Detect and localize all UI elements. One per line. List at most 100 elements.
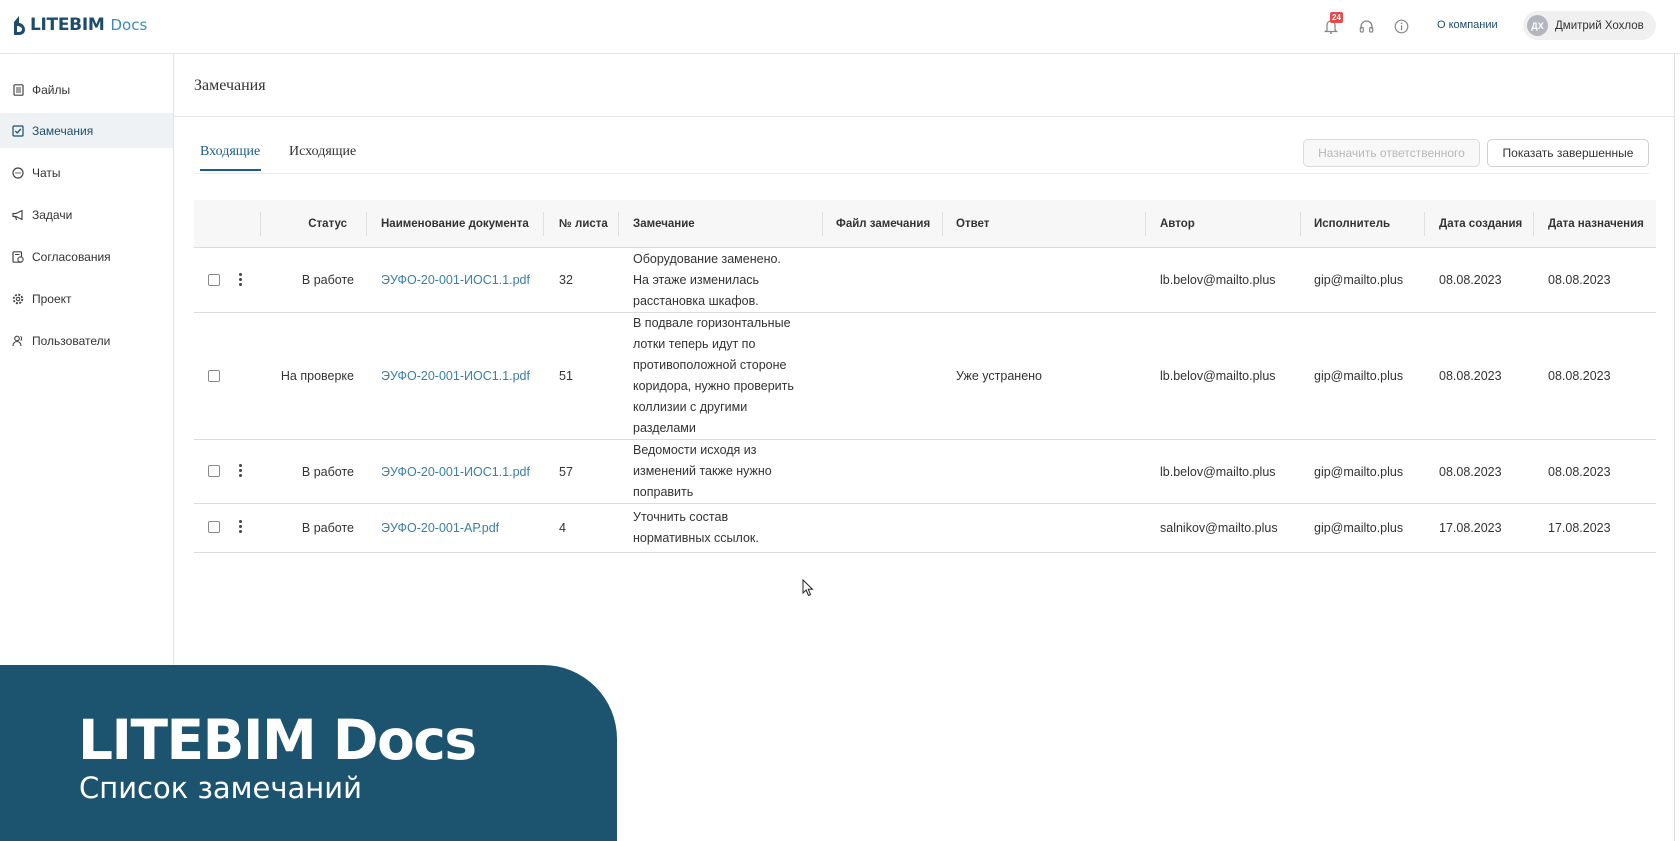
assignee-cell: gip@mailto.plus xyxy=(1314,273,1404,287)
logo-mark-icon xyxy=(14,15,25,35)
show-completed-button[interactable]: Показать завершенные xyxy=(1487,139,1649,167)
sidebar-item-remarks[interactable]: Замечания xyxy=(0,113,173,148)
column-separator xyxy=(1300,212,1301,236)
column-answer[interactable]: Ответ xyxy=(956,200,989,248)
table-header: Статус Наименование документа № листа За… xyxy=(194,200,1656,248)
mouse-cursor-icon xyxy=(802,579,814,597)
column-separator xyxy=(618,212,619,236)
sidebar-item-approvals[interactable]: Согласования xyxy=(0,239,173,274)
table-row[interactable]: В работе ЭУФО-20-001-ИОС1.1.pdf 57 Ведом… xyxy=(194,440,1656,504)
sheet-cell: 32 xyxy=(559,273,573,287)
sidebar-item-project[interactable]: Проект xyxy=(0,281,173,316)
assigned-cell: 17.08.2023 xyxy=(1548,521,1611,535)
users-icon xyxy=(11,334,25,348)
top-bar: LITEBIM Docs 24 О компании ДХ Дмитрий Хо… xyxy=(0,0,1680,54)
gear-icon xyxy=(11,292,25,306)
column-remark-file[interactable]: Файл замечания xyxy=(836,200,930,248)
column-assigned[interactable]: Дата назначения xyxy=(1548,200,1644,248)
column-separator xyxy=(822,212,823,236)
title-divider xyxy=(174,116,1674,117)
column-separator xyxy=(942,212,943,236)
answer-cell: Уже устранено xyxy=(956,369,1043,383)
created-cell: 08.08.2023 xyxy=(1439,464,1502,479)
assignee-cell: gip@mailto.plus xyxy=(1314,369,1404,383)
tab-incoming[interactable]: Входящие xyxy=(200,144,260,160)
column-status[interactable]: Статус xyxy=(260,200,347,248)
status-cell: В работе xyxy=(301,273,354,287)
column-separator xyxy=(366,212,367,236)
logo[interactable]: LITEBIM Docs xyxy=(12,13,147,37)
user-menu[interactable]: ДХ Дмитрий Хохлов xyxy=(1523,11,1656,40)
remark-cell: Уточнить состав нормативных ссылок. xyxy=(633,510,759,545)
column-remark[interactable]: Замечание xyxy=(633,200,695,248)
notification-badge: 24 xyxy=(1330,12,1343,23)
logo-sub: Docs xyxy=(110,16,148,34)
bell-icon[interactable]: 24 xyxy=(1321,12,1343,38)
table-row[interactable]: В работе ЭУФО-20-001-ИОС1.1.pdf 32 Обору… xyxy=(194,248,1656,313)
column-sheet[interactable]: № листа xyxy=(559,200,608,248)
table-row[interactable]: На проверке ЭУФО-20-001-ИОС1.1.pdf 51 В … xyxy=(194,313,1656,440)
document-link[interactable]: ЭУФО-20-001-АР.pdf xyxy=(381,504,499,552)
sheet-cell: 51 xyxy=(559,369,573,383)
right-divider xyxy=(1674,54,1675,841)
document-check-icon xyxy=(11,250,25,264)
sidebar-item-label: Задачи xyxy=(32,207,73,222)
column-separator xyxy=(543,212,544,236)
author-cell: salnikov@mailto.plus xyxy=(1160,521,1278,535)
sheet-cell: 4 xyxy=(559,521,566,535)
user-name: Дмитрий Хохлов xyxy=(1555,19,1644,32)
file-icon xyxy=(11,83,25,97)
author-cell: lb.belov@mailto.plus xyxy=(1160,464,1276,479)
headset-icon[interactable] xyxy=(1356,14,1376,38)
avatar: ДХ xyxy=(1527,15,1548,36)
info-icon[interactable] xyxy=(1391,14,1411,38)
active-tab-indicator xyxy=(200,169,261,171)
tab-outgoing[interactable]: Исходящие xyxy=(289,144,356,160)
sidebar-item-label: Замечания xyxy=(32,123,94,138)
column-separator xyxy=(1533,212,1534,236)
remark-cell: Оборудование заменено. На этаже изменила… xyxy=(633,252,781,308)
author-cell: lb.belov@mailto.plus xyxy=(1160,369,1276,383)
status-cell: В работе xyxy=(301,464,354,479)
column-separator xyxy=(1424,212,1425,236)
created-cell: 08.08.2023 xyxy=(1439,273,1502,287)
assigned-cell: 08.08.2023 xyxy=(1548,464,1611,479)
sidebar-item-tasks[interactable]: Задачи xyxy=(0,197,173,232)
sidebar-item-files[interactable]: Файлы xyxy=(0,72,173,107)
assign-responsible-button[interactable]: Назначить ответственного xyxy=(1303,139,1480,167)
column-assignee[interactable]: Исполнитель xyxy=(1314,200,1390,248)
column-separator xyxy=(1145,212,1146,236)
sidebar-item-label: Файлы xyxy=(32,82,71,97)
created-cell: 17.08.2023 xyxy=(1439,521,1502,535)
megaphone-icon xyxy=(11,208,25,222)
created-cell: 08.08.2023 xyxy=(1439,369,1502,383)
assigned-cell: 08.08.2023 xyxy=(1548,273,1611,287)
remark-cell: В подвале горизонтальные лотки теперь ид… xyxy=(633,316,794,435)
sidebar-item-label: Чаты xyxy=(32,165,61,180)
sidebar-item-users[interactable]: Пользователи xyxy=(0,323,173,358)
page-title: Замечания xyxy=(194,77,266,94)
table-row[interactable]: В работе ЭУФО-20-001-АР.pdf 4 Уточнить с… xyxy=(194,504,1656,553)
column-created[interactable]: Дата создания xyxy=(1439,200,1522,248)
sidebar-item-label: Проект xyxy=(32,291,72,306)
sheet-cell: 57 xyxy=(559,464,573,479)
assignee-cell: gip@mailto.plus xyxy=(1314,464,1404,479)
banner-subtitle: Список замечаний xyxy=(79,771,362,805)
sidebar-item-label: Пользователи xyxy=(32,333,111,348)
remark-cell: Ведомости исходя из изменений также нужн… xyxy=(633,443,772,499)
about-company-link[interactable]: О компании xyxy=(1437,19,1498,31)
assignee-cell: gip@mailto.plus xyxy=(1314,521,1404,535)
document-link[interactable]: ЭУФО-20-001-ИОС1.1.pdf xyxy=(381,313,530,439)
status-cell: В работе xyxy=(301,521,354,535)
author-cell: lb.belov@mailto.plus xyxy=(1160,273,1276,287)
logo-text: LITEBIM xyxy=(30,15,105,35)
sidebar-item-label: Согласования xyxy=(32,249,111,264)
column-document[interactable]: Наименование документа xyxy=(381,200,529,248)
document-link[interactable]: ЭУФО-20-001-ИОС1.1.pdf xyxy=(381,440,530,503)
sidebar-item-chats[interactable]: Чаты xyxy=(0,155,173,190)
status-cell: На проверке xyxy=(280,369,354,383)
checkbox-icon xyxy=(11,124,25,138)
column-author[interactable]: Автор xyxy=(1160,200,1195,248)
document-link[interactable]: ЭУФО-20-001-ИОС1.1.pdf xyxy=(381,248,530,312)
assigned-cell: 08.08.2023 xyxy=(1548,369,1611,383)
